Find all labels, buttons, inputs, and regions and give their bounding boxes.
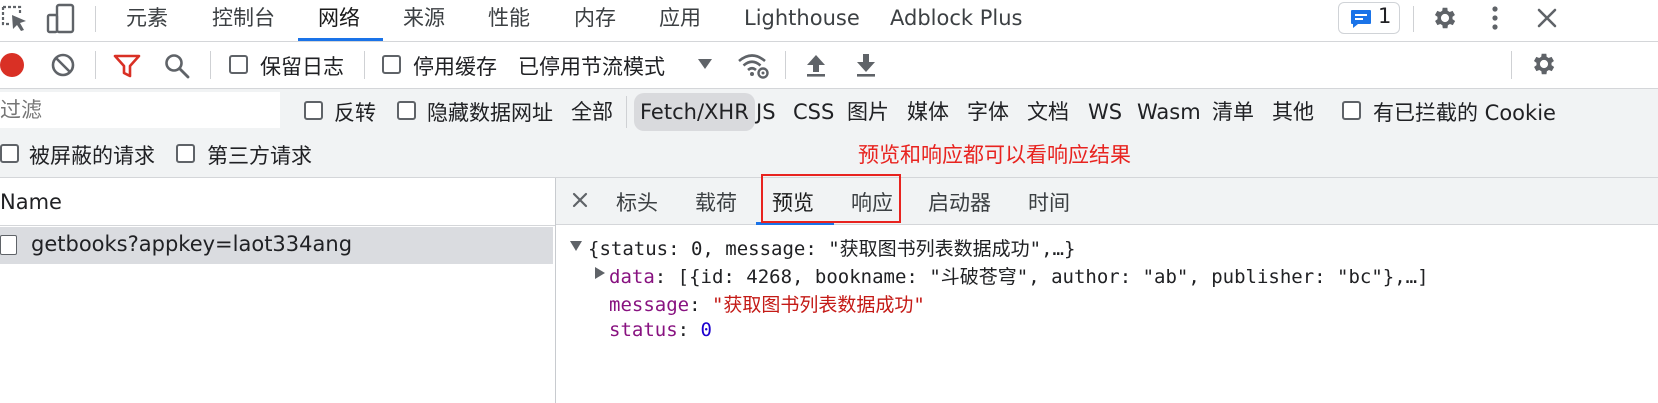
toolbar-separator-3	[364, 51, 365, 79]
type-filter-js[interactable]: JS	[756, 93, 776, 131]
import-har-upload-icon[interactable]	[804, 52, 828, 78]
network-conditions-icon[interactable]	[736, 50, 770, 80]
disable-cache-checkbox[interactable]	[382, 55, 401, 74]
invert-checkbox[interactable]	[304, 101, 323, 120]
collapse-triangle-icon[interactable]	[594, 266, 606, 280]
tabbar-separator-right	[1413, 6, 1414, 32]
preview-data-value: [{id: 4268, bookname: "斗破苍穹", author: "a…	[677, 266, 1429, 288]
type-filter-wasm[interactable]: Wasm	[1137, 93, 1201, 131]
third-party-checkbox[interactable]	[176, 144, 195, 163]
detail-panel: 标头 载荷 预览 响应 启动器 时间 {status: 0, message: …	[556, 174, 1658, 403]
tab-memory[interactable]: 内存	[574, 0, 616, 40]
type-filter-media[interactable]: 媒体	[907, 93, 949, 131]
blocked-cookies-checkbox[interactable]	[1342, 101, 1361, 120]
tab-sources[interactable]: 来源	[403, 0, 445, 40]
chevron-down-icon[interactable]	[697, 58, 713, 70]
type-filter-doc[interactable]: 文档	[1027, 93, 1069, 131]
tabbar-separator	[95, 6, 96, 32]
preview-status-row: status: 0	[609, 319, 712, 341]
tab-elements[interactable]: 元素	[126, 0, 168, 40]
preserve-log-label: 保留日志	[260, 55, 344, 79]
preview-summary[interactable]: {status: 0, message: "获取图书列表数据成功",…}	[588, 234, 1075, 261]
preview-message-row: message: "获取图书列表数据成功"	[609, 290, 925, 317]
expand-triangle-icon[interactable]	[569, 240, 583, 252]
preview-message-key: message	[609, 294, 690, 316]
blocked-requests-label: 被屏蔽的请求	[29, 144, 155, 168]
toolbar-separator-4	[785, 51, 786, 79]
preview-status-key: status	[609, 319, 678, 341]
preview-status-value: 0	[700, 319, 712, 341]
preview-colon: :	[677, 319, 701, 341]
search-icon[interactable]	[164, 53, 190, 79]
detail-tab-headers[interactable]: 标头	[616, 187, 658, 217]
requests-panel: Name getbooks?appkey=laot334ang	[0, 178, 555, 403]
tab-adblock-plus[interactable]: Adblock Plus	[890, 0, 1022, 40]
tab-performance[interactable]: 性能	[488, 0, 530, 40]
filter-funnel-icon[interactable]	[113, 53, 141, 79]
close-devtools-icon[interactable]	[1535, 6, 1559, 30]
preview-colon: :	[689, 294, 712, 316]
toolbar-separator-5	[1511, 51, 1512, 79]
preview-data-key: data	[609, 266, 655, 288]
request-file-icon	[0, 235, 17, 255]
detail-tab-timing[interactable]: 时间	[1028, 187, 1070, 217]
third-party-label: 第三方请求	[207, 144, 312, 168]
type-filter-separator	[626, 96, 627, 128]
column-name-header[interactable]: Name	[0, 190, 62, 214]
toolbar-separator-2	[210, 51, 211, 79]
detail-tab-payload[interactable]: 载荷	[695, 187, 737, 217]
throttling-select[interactable]: 已停用节流模式	[518, 51, 665, 81]
hide-data-urls-label: 隐藏数据网址	[427, 101, 553, 125]
tab-application[interactable]: 应用	[659, 0, 701, 40]
device-toolbar-icon[interactable]	[45, 3, 77, 35]
filter-input[interactable]	[0, 92, 280, 128]
settings-gear-icon[interactable]	[1431, 4, 1459, 32]
type-filter-other[interactable]: 其他	[1272, 93, 1314, 131]
preview-data-row[interactable]: data: [{id: 4268, bookname: "斗破苍穹", auth…	[609, 262, 1429, 289]
network-settings-gear-icon[interactable]	[1530, 50, 1558, 78]
type-filter-fetch-xhr[interactable]: Fetch/XHR	[634, 93, 755, 131]
clear-icon[interactable]	[50, 52, 76, 78]
type-filter-css[interactable]: CSS	[793, 93, 834, 131]
export-har-download-icon[interactable]	[854, 52, 878, 78]
type-filter-all[interactable]: 全部	[571, 93, 613, 131]
requests-header: Name	[0, 178, 555, 226]
type-filter-manifest[interactable]: 清单	[1212, 93, 1254, 131]
type-filter-font[interactable]: 字体	[967, 93, 1009, 131]
blocked-requests-checkbox[interactable]	[0, 144, 19, 163]
toolbar-separator-1	[95, 51, 96, 79]
inspect-element-icon[interactable]	[0, 4, 30, 34]
disable-cache-label: 停用缓存	[413, 55, 497, 79]
preview-colon: :	[654, 266, 678, 288]
tab-console[interactable]: 控制台	[212, 0, 275, 40]
detail-tab-initiator[interactable]: 启动器	[928, 187, 991, 217]
annotation-note: 预览和响应都可以看响应结果	[858, 143, 1131, 167]
detail-tabbar: 标头 载荷 预览 响应 启动器 时间	[556, 174, 1658, 225]
request-name: getbooks?appkey=laot334ang	[31, 232, 353, 256]
blocked-cookies-label: 有已拦截的 Cookie	[1373, 101, 1556, 125]
record-button[interactable]	[0, 53, 24, 77]
close-detail-icon[interactable]	[572, 192, 588, 208]
preview-message-value: "获取图书列表数据成功"	[711, 294, 925, 316]
preserve-log-checkbox[interactable]	[229, 55, 248, 74]
message-icon	[1351, 10, 1371, 28]
table-row[interactable]: getbooks?appkey=laot334ang	[0, 227, 553, 264]
annotation-highlight-box	[761, 174, 901, 223]
tab-lighthouse[interactable]: Lighthouse	[744, 0, 860, 40]
tab-network[interactable]: 网络	[318, 0, 360, 40]
type-filter-img[interactable]: 图片	[847, 93, 889, 131]
devtools-tabbar: 元素 控制台 网络 来源 性能 内存 应用 Lighthouse Adblock…	[0, 0, 1658, 41]
hide-data-urls-checkbox[interactable]	[397, 101, 416, 120]
invert-label: 反转	[334, 101, 376, 125]
network-toolbar: 保留日志 停用缓存 已停用节流模式	[0, 42, 1658, 88]
issues-count: 1	[1378, 4, 1392, 28]
issues-badge[interactable]: 1	[1338, 2, 1400, 34]
more-options-icon[interactable]	[1483, 4, 1507, 32]
type-filter-ws[interactable]: WS	[1088, 93, 1122, 131]
